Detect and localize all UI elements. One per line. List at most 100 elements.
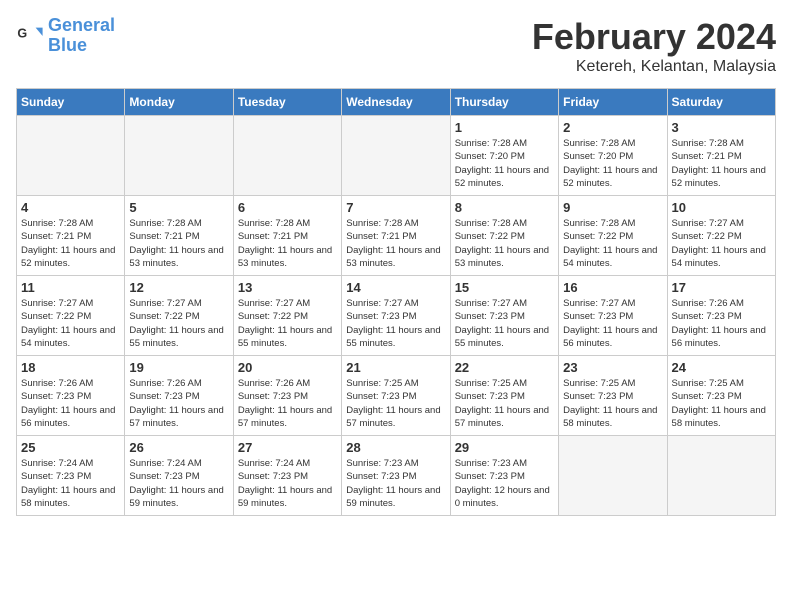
day-number: 23 (563, 360, 662, 375)
day-info: Sunrise: 7:25 AMSunset: 7:23 PMDaylight:… (455, 377, 554, 430)
day-info: Sunrise: 7:27 AMSunset: 7:22 PMDaylight:… (238, 297, 337, 350)
calendar-day-cell: 28 Sunrise: 7:23 AMSunset: 7:23 PMDayligh… (342, 436, 450, 516)
calendar-day-cell (125, 116, 233, 196)
title-area: February 2024 Ketereh, Kelantan, Malaysi… (532, 16, 776, 76)
calendar-day-cell: 25 Sunrise: 7:24 AMSunset: 7:23 PMDayligh… (17, 436, 125, 516)
day-info: Sunrise: 7:28 AMSunset: 7:21 PMDaylight:… (672, 137, 771, 190)
calendar-day-cell: 9Sunrise: 7:28 AMSunset: 7:22 PMDaylight… (559, 196, 667, 276)
calendar-body: 1 Sunrise: 7:28 AMSunset: 7:20 PMDaylight… (17, 116, 776, 516)
day-number: 21 (346, 360, 445, 375)
day-number: 28 (346, 440, 445, 455)
day-number: 24 (672, 360, 771, 375)
calendar-day-cell: 6 Sunrise: 7:28 AMSunset: 7:21 PMDaylight… (233, 196, 341, 276)
day-number: 25 (21, 440, 120, 455)
day-info: Sunrise: 7:28 AMSunset: 7:20 PMDaylight:… (563, 137, 662, 190)
day-info: Sunrise: 7:24 AMSunset: 7:23 PMDaylight:… (21, 457, 120, 510)
calendar-day-cell: 17 Sunrise: 7:26 AMSunset: 7:23 PMDayligh… (667, 276, 775, 356)
calendar-day-cell: 20Sunrise: 7:26 AMSunset: 7:23 PMDayligh… (233, 356, 341, 436)
day-number: 16 (563, 280, 662, 295)
day-number: 29 (455, 440, 554, 455)
logo-icon: G (16, 22, 44, 50)
calendar-day-cell: 24 Sunrise: 7:25 AMSunset: 7:23 PMDayligh… (667, 356, 775, 436)
calendar-day-cell: 26 Sunrise: 7:24 AMSunset: 7:23 PMDayligh… (125, 436, 233, 516)
day-number: 19 (129, 360, 228, 375)
day-info: Sunrise: 7:27 AMSunset: 7:22 PMDaylight:… (672, 217, 771, 270)
calendar-table: SundayMondayTuesdayWednesdayThursdayFrid… (16, 88, 776, 516)
page-header: G GeneralBlue February 2024 Ketereh, Kel… (16, 16, 776, 76)
calendar-day-cell (17, 116, 125, 196)
day-info: Sunrise: 7:25 AMSunset: 7:23 PMDaylight:… (346, 377, 445, 430)
day-number: 9 (563, 200, 662, 215)
svg-text:G: G (17, 26, 27, 40)
calendar-day-cell: 4 Sunrise: 7:28 AMSunset: 7:21 PMDaylight… (17, 196, 125, 276)
day-info: Sunrise: 7:28 AMSunset: 7:20 PMDaylight:… (455, 137, 554, 190)
day-number: 1 (455, 120, 554, 135)
calendar-day-cell: 29 Sunrise: 7:23 AMSunset: 7:23 PMDayligh… (450, 436, 558, 516)
calendar-week-row: 1 Sunrise: 7:28 AMSunset: 7:20 PMDaylight… (17, 116, 776, 196)
calendar-day-cell (342, 116, 450, 196)
calendar-day-cell: 13 Sunrise: 7:27 AMSunset: 7:22 PMDayligh… (233, 276, 341, 356)
day-number: 11 (21, 280, 120, 295)
day-info: Sunrise: 7:24 AMSunset: 7:23 PMDaylight:… (238, 457, 337, 510)
day-number: 26 (129, 440, 228, 455)
calendar-day-cell: 8Sunrise: 7:28 AMSunset: 7:22 PMDaylight… (450, 196, 558, 276)
calendar-week-row: 18 Sunrise: 7:26 AMSunset: 7:23 PMDayligh… (17, 356, 776, 436)
day-number: 18 (21, 360, 120, 375)
day-info: Sunrise: 7:27 AMSunset: 7:23 PMDaylight:… (563, 297, 662, 350)
day-number: 14 (346, 280, 445, 295)
day-info: Sunrise: 7:26 AMSunset: 7:23 PMDaylight:… (21, 377, 120, 430)
calendar-day-cell: 3Sunrise: 7:28 AMSunset: 7:21 PMDaylight… (667, 116, 775, 196)
calendar-day-cell: 15Sunrise: 7:27 AMSunset: 7:23 PMDayligh… (450, 276, 558, 356)
day-info: Sunrise: 7:28 AMSunset: 7:21 PMDaylight:… (129, 217, 228, 270)
calendar-day-cell (667, 436, 775, 516)
calendar-day-cell (233, 116, 341, 196)
calendar-day-cell: 7Sunrise: 7:28 AMSunset: 7:21 PMDaylight… (342, 196, 450, 276)
weekday-header: Thursday (450, 89, 558, 116)
day-info: Sunrise: 7:28 AMSunset: 7:21 PMDaylight:… (21, 217, 120, 270)
calendar-week-row: 25 Sunrise: 7:24 AMSunset: 7:23 PMDayligh… (17, 436, 776, 516)
day-number: 7 (346, 200, 445, 215)
day-info: Sunrise: 7:23 AMSunset: 7:23 PMDaylight:… (346, 457, 445, 510)
day-info: Sunrise: 7:25 AMSunset: 7:23 PMDaylight:… (672, 377, 771, 430)
logo-text: GeneralBlue (48, 16, 115, 56)
day-number: 10 (672, 200, 771, 215)
location-title: Ketereh, Kelantan, Malaysia (532, 58, 776, 76)
calendar-week-row: 11 Sunrise: 7:27 AMSunset: 7:22 PMDayligh… (17, 276, 776, 356)
calendar-header-row: SundayMondayTuesdayWednesdayThursdayFrid… (17, 89, 776, 116)
logo: G GeneralBlue (16, 16, 115, 56)
calendar-day-cell: 19 Sunrise: 7:26 AMSunset: 7:23 PMDayligh… (125, 356, 233, 436)
day-number: 12 (129, 280, 228, 295)
day-info: Sunrise: 7:26 AMSunset: 7:23 PMDaylight:… (672, 297, 771, 350)
weekday-header: Monday (125, 89, 233, 116)
day-number: 4 (21, 200, 120, 215)
calendar-day-cell: 27Sunrise: 7:24 AMSunset: 7:23 PMDayligh… (233, 436, 341, 516)
calendar-day-cell: 23 Sunrise: 7:25 AMSunset: 7:23 PMDayligh… (559, 356, 667, 436)
calendar-week-row: 4 Sunrise: 7:28 AMSunset: 7:21 PMDaylight… (17, 196, 776, 276)
day-info: Sunrise: 7:25 AMSunset: 7:23 PMDaylight:… (563, 377, 662, 430)
calendar-day-cell: 12 Sunrise: 7:27 AMSunset: 7:22 PMDayligh… (125, 276, 233, 356)
day-number: 20 (238, 360, 337, 375)
calendar-day-cell: 22 Sunrise: 7:25 AMSunset: 7:23 PMDayligh… (450, 356, 558, 436)
day-info: Sunrise: 7:28 AMSunset: 7:21 PMDaylight:… (238, 217, 337, 270)
day-info: Sunrise: 7:23 AMSunset: 7:23 PMDaylight:… (455, 457, 554, 510)
day-info: Sunrise: 7:26 AMSunset: 7:23 PMDaylight:… (129, 377, 228, 430)
day-number: 6 (238, 200, 337, 215)
calendar-day-cell: 21 Sunrise: 7:25 AMSunset: 7:23 PMDayligh… (342, 356, 450, 436)
day-number: 17 (672, 280, 771, 295)
day-number: 13 (238, 280, 337, 295)
weekday-header: Friday (559, 89, 667, 116)
day-number: 22 (455, 360, 554, 375)
day-info: Sunrise: 7:24 AMSunset: 7:23 PMDaylight:… (129, 457, 228, 510)
calendar-day-cell: 1 Sunrise: 7:28 AMSunset: 7:20 PMDaylight… (450, 116, 558, 196)
day-number: 5 (129, 200, 228, 215)
weekday-header: Sunday (17, 89, 125, 116)
day-info: Sunrise: 7:27 AMSunset: 7:22 PMDaylight:… (129, 297, 228, 350)
calendar-day-cell: 5 Sunrise: 7:28 AMSunset: 7:21 PMDaylight… (125, 196, 233, 276)
day-number: 15 (455, 280, 554, 295)
weekday-header: Saturday (667, 89, 775, 116)
calendar-day-cell: 14 Sunrise: 7:27 AMSunset: 7:23 PMDayligh… (342, 276, 450, 356)
day-info: Sunrise: 7:27 AMSunset: 7:22 PMDaylight:… (21, 297, 120, 350)
day-info: Sunrise: 7:27 AMSunset: 7:23 PMDaylight:… (346, 297, 445, 350)
calendar-day-cell: 11 Sunrise: 7:27 AMSunset: 7:22 PMDayligh… (17, 276, 125, 356)
day-info: Sunrise: 7:28 AMSunset: 7:22 PMDaylight:… (455, 217, 554, 270)
